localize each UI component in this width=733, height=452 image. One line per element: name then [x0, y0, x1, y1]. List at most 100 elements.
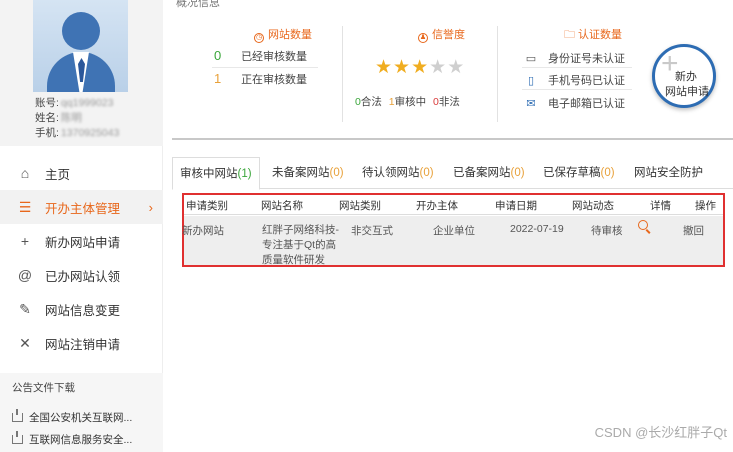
phone-label: 手机: [35, 127, 59, 139]
new-site-label-2: 网站申请 [665, 86, 709, 98]
star-filled-icon: ★ [393, 57, 412, 78]
phone-value: 1370925043 [60, 127, 120, 139]
reviewed-count-value: 0 [214, 48, 222, 63]
tab-security[interactable]: 网站安全防护 [634, 157, 703, 189]
site-table: 申请类别 网站名称 网站类别 开办主体 申请日期 网站动态 详情 操作 新办网站… [182, 193, 725, 267]
reviewing-count: 1 正在审核数量 [214, 71, 307, 87]
col-header-name: 网站名称 [261, 200, 303, 212]
star-filled-icon: ★ [375, 57, 394, 78]
overview-panel: 概况信息 ◷ 网站数量 0 已经审核数量 1 正在审核数量 ♟ 信誉度 ★★★★★ … [172, 0, 733, 140]
account-value: qq1999023 [60, 97, 114, 109]
cert-id-card-label: 身份证号未认证 [548, 53, 625, 65]
tab-count: (0) [600, 167, 615, 179]
watermark: CSDN @长沙红胖子Qt [594, 425, 727, 440]
table-row: 新办网站 红胖子网络科技-专注基于Qt的高质量软件研发 非交互式 企业单位 20… [182, 216, 723, 266]
star-empty-icon: ★ [429, 57, 448, 78]
cell-date: 2022-07-19 [510, 223, 564, 235]
site-count-title: 网站数量 [268, 29, 312, 41]
search-icon[interactable] [638, 220, 648, 230]
chevron-right-icon: › [148, 199, 153, 215]
col-header-action: 操作 [695, 200, 716, 212]
col-header-owner: 开办主体 [416, 200, 458, 212]
download-icon [12, 409, 23, 422]
tab-label: 网站安全防护 [634, 167, 703, 179]
nav-item-label: 网站注销申请 [45, 337, 121, 352]
name-label: 姓名: [35, 112, 59, 124]
folder-icon: 🗀 [564, 29, 575, 41]
credit-header: ♟ 信誉度 [418, 26, 465, 43]
mobile-icon: ▯ [527, 75, 535, 87]
notice-title: 公告文件下载 [12, 382, 75, 394]
side-nav: ⌂ 主页 ☰ 开办主体管理 › + 新办网站申请 @ 已办网站认领 ✎ 网站信息… [0, 156, 163, 360]
at-icon: @ [17, 267, 33, 283]
tab-unfiled[interactable]: 未备案网站(0) [272, 157, 344, 189]
notice-doc-link[interactable]: 全国公安机关互联网... [12, 409, 133, 425]
cert-email: ✉ 电子邮箱已认证 [524, 95, 625, 111]
avatar [33, 0, 128, 92]
nav-item-claim-site[interactable]: @ 已办网站认领 [0, 258, 163, 292]
star-filled-icon: ★ [411, 57, 430, 78]
cert-email-label: 电子邮箱已认证 [548, 98, 625, 110]
cert-id-card: ▭ 身份证号未认证 [524, 50, 625, 66]
cert-header: 🗀 认证数量 [564, 26, 622, 45]
cert-title: 认证数量 [578, 29, 622, 41]
reviewed-count: 0 已经审核数量 [214, 48, 307, 64]
col-header-detail: 详情 [650, 200, 671, 212]
tab-reviewing[interactable]: 审核中网站(1) [172, 157, 260, 190]
nav-item-label: 已办网站认领 [45, 269, 121, 284]
account-label: 账号: [35, 97, 59, 109]
new-site-button[interactable]: + 新办 网站申请 [652, 44, 716, 108]
cell-type: 非交互式 [351, 225, 393, 237]
withdraw-button[interactable]: 撤回 [683, 223, 704, 238]
star-empty-icon: ★ [447, 57, 466, 78]
table-header: 申请类别 网站名称 网站类别 开办主体 申请日期 网站动态 详情 操作 [184, 195, 723, 215]
new-site-label-1: 新办 [675, 71, 697, 83]
tab-label: 已备案网站 [453, 167, 511, 179]
nav-item-label: 网站信息变更 [45, 303, 121, 318]
reviewed-count-label: 已经审核数量 [241, 51, 308, 63]
close-icon: ✕ [19, 334, 31, 351]
nav-item-entity-management[interactable]: ☰ 开办主体管理 › [0, 190, 163, 224]
reviewing-count-value: 1 [214, 71, 222, 86]
overview-title: 概况信息 [176, 0, 220, 9]
nav-item-site-cancel[interactable]: ✕ 网站注销申请 [0, 326, 163, 360]
nav-item-label: 主页 [45, 167, 71, 182]
edit-icon: ✎ [19, 300, 31, 317]
plus-icon: + [20, 233, 30, 249]
tab-label: 已保存草稿 [543, 167, 601, 179]
id-card-icon: ▭ [525, 53, 537, 65]
nav-item-site-change[interactable]: ✎ 网站信息变更 [0, 292, 163, 326]
review-label: 审核中 [394, 96, 427, 108]
tab-filed[interactable]: 已备案网站(0) [453, 157, 525, 189]
notice-doc-link[interactable]: 互联网信息服务安全... [12, 431, 133, 447]
tab-count: (0) [419, 167, 434, 179]
user-profile: 账号: qq1999023 姓名: 陈明 手机: 1370925043 [0, 0, 163, 146]
credit-rating: ★★★★★ [375, 56, 465, 79]
download-icon [12, 431, 23, 444]
credit-title: 信誉度 [432, 29, 465, 41]
tab-drafts[interactable]: 已保存草稿(0) [543, 157, 615, 189]
illegal-label: 非法 [438, 96, 460, 108]
col-header-status: 网站动态 [572, 200, 614, 212]
notice-doc-label: 全国公安机关互联网... [29, 412, 133, 424]
tab-to-claim[interactable]: 待认领网站(0) [362, 157, 434, 189]
legal-label: 合法 [360, 96, 382, 108]
cert-phone-label: 手机号码已认证 [548, 75, 625, 87]
col-header-type: 网站类别 [339, 200, 381, 212]
cell-name: 红胖子网络科技-专注基于Qt的高质量软件研发 [262, 224, 339, 266]
name-row: 姓名: 陈明 [35, 110, 82, 125]
nav-item-new-site[interactable]: + 新办网站申请 [0, 224, 163, 258]
name-value: 陈明 [60, 112, 82, 124]
credit-stats: 0合法 1审核中 0非法 [355, 94, 460, 109]
account-row: 账号: qq1999023 [35, 95, 113, 110]
nav-item-home[interactable]: ⌂ 主页 [0, 156, 163, 190]
nav-item-label: 新办网站申请 [45, 235, 121, 250]
site-tabs: 审核中网站(1) 未备案网站(0) 待认领网站(0) 已备案网站(0) 已保存草… [172, 157, 733, 190]
mail-icon: ✉ [526, 98, 536, 110]
site-count-header: ◷ 网站数量 [254, 26, 312, 43]
tab-label: 未备案网站 [272, 167, 330, 179]
col-header-category: 申请类别 [186, 200, 228, 212]
user-icon: ♟ [418, 33, 428, 43]
tab-count: (0) [329, 167, 344, 179]
notice-doc-label: 互联网信息服务安全... [29, 434, 133, 446]
